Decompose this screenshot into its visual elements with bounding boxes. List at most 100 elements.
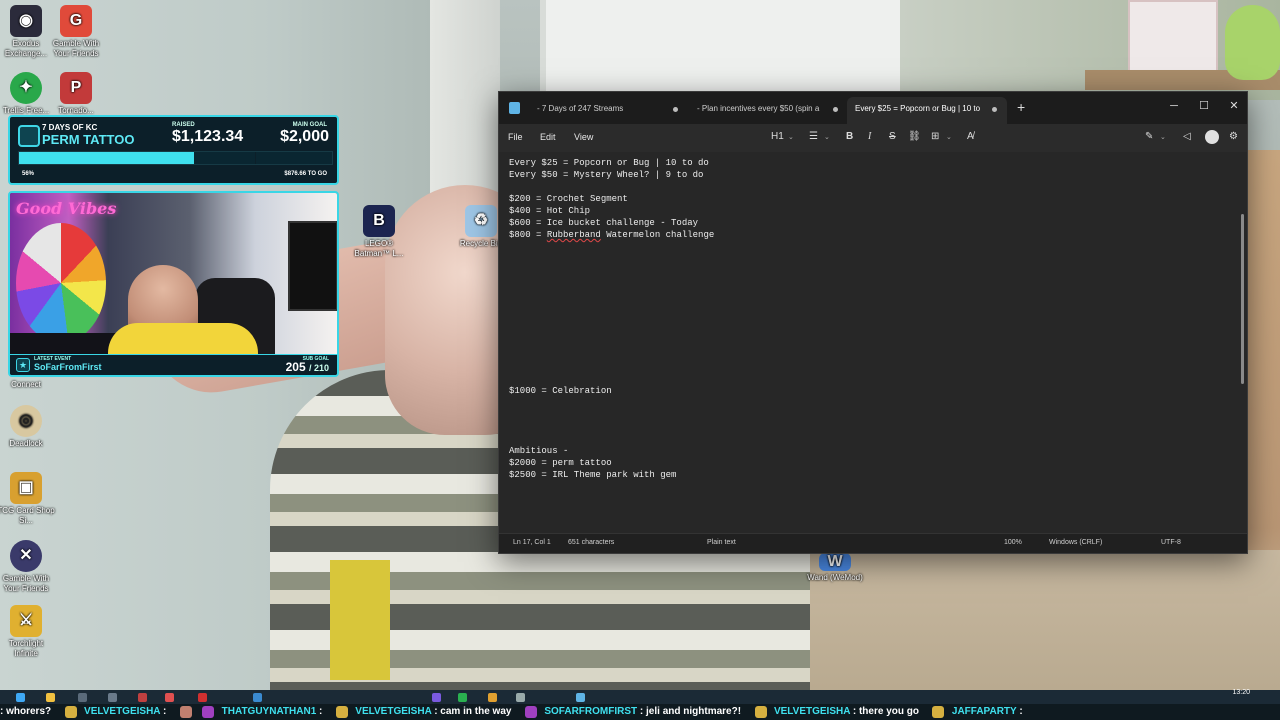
tab-plan-incentives[interactable]: - Plan incentives every $50 (spin a: [689, 97, 829, 124]
link-icon[interactable]: ⛓: [908, 131, 921, 142]
bold-icon[interactable]: B: [846, 131, 853, 142]
taskbar-app-icon[interactable]: [253, 693, 262, 702]
sub-goal-count: 205 / 210: [286, 360, 329, 374]
goal-progress-bar: [18, 151, 333, 165]
gift-icon: [524, 706, 537, 718]
webcam-info-bar: ★ LATEST EVENT SoFarFromFirst SUB GOAL 2…: [10, 354, 337, 375]
tornado-icon: P: [60, 72, 92, 104]
encoding[interactable]: UTF-8: [1161, 539, 1181, 546]
title-bar[interactable]: - 7 Days of 247 Streams - Plan incentive…: [499, 92, 1247, 124]
heading-dropdown[interactable]: H1: [771, 131, 784, 142]
menu-edit[interactable]: Edit: [540, 132, 556, 142]
line-suffix: Watermelon challenge: [600, 230, 715, 240]
desktop-icon-tornado[interactable]: P Tornado...: [47, 72, 105, 116]
sub-goal-current: 205: [285, 360, 306, 374]
taskbar-app-icon[interactable]: [516, 693, 525, 702]
goal-percent: 56%: [22, 171, 35, 177]
desktop-icon-label: Wand (WeMod): [807, 573, 863, 582]
chat-username: VELVETGEISHA: [355, 706, 432, 717]
desktop-icon-label: Connect: [11, 380, 41, 389]
text-format[interactable]: Plain text: [707, 539, 736, 546]
strikethrough-icon[interactable]: S: [889, 131, 896, 142]
webcam-frame: Good Vibes ★ LATEST EVENT SoFarFromFirst…: [8, 191, 339, 377]
desktop-icon-label: Trellis Free...: [2, 106, 50, 115]
discord-icon[interactable]: [432, 693, 441, 702]
batman-icon: B: [363, 205, 395, 237]
table-icon[interactable]: ⊞: [931, 131, 939, 142]
spotify-icon[interactable]: [458, 693, 467, 702]
taskbar: 13:20: [0, 689, 1280, 704]
chat-text: : whorers?: [0, 706, 52, 717]
tab-7-days[interactable]: - 7 Days of 247 Streams: [529, 97, 669, 124]
taskbar-app-icon[interactable]: [138, 693, 147, 702]
italic-icon[interactable]: I: [868, 131, 871, 142]
desktop-icon-gamble-with-friends[interactable]: ✕ Gamble With Your Friends: [0, 540, 55, 594]
maximize-button[interactable]: ☐: [1189, 96, 1219, 116]
taskbar-app-icon[interactable]: [488, 693, 497, 702]
taskbar-app-icon[interactable]: [108, 693, 117, 702]
new-tab-button[interactable]: +: [1017, 99, 1025, 115]
desktop-icon-label: Torchlight Infinite: [8, 639, 44, 658]
chat-text: : there you go: [852, 706, 919, 717]
editor-line: $200 = Crochet Segment: [509, 194, 628, 204]
chat-message: JAFFAPARTY :: [952, 704, 1023, 720]
list-icon[interactable]: ☰: [809, 131, 818, 142]
desktop-icon-wand[interactable]: W Wand (WeMod): [806, 553, 864, 583]
chat-username: VELVETGEISHA: [84, 706, 161, 717]
chat-message: VELVETGEISHA : there you go: [774, 704, 919, 720]
copilot-icon[interactable]: ✎: [1145, 131, 1153, 142]
notepad-taskbar-icon[interactable]: [576, 693, 585, 702]
line-ending[interactable]: Windows (CRLF): [1049, 539, 1102, 546]
editor-line: $1000 = Celebration: [509, 386, 612, 396]
tab-every-25[interactable]: Every $25 = Popcorn or Bug | 10 to: [847, 97, 1007, 124]
raised-value: $1,123.34: [172, 128, 244, 145]
deadlock-icon: ◎: [10, 405, 42, 437]
exodus-icon: ◉: [10, 5, 42, 37]
menu-file[interactable]: File: [508, 132, 523, 142]
notification-icon[interactable]: ◁: [1183, 131, 1191, 142]
trellis-icon: ✦: [10, 72, 42, 104]
editor-line: Every $25 = Popcorn or Bug | 10 to do: [509, 158, 709, 168]
chat-username: VELVETGEISHA: [773, 706, 851, 717]
file-explorer-icon[interactable]: [46, 693, 55, 702]
notepad-app-icon: [509, 102, 520, 114]
status-bar: Ln 17, Col 1 651 characters Plain text 1…: [499, 533, 1247, 553]
taskbar-app-icon[interactable]: [165, 693, 174, 702]
crown-icon: [335, 706, 348, 718]
desktop-icon-label: TCG Card Shop Si...: [0, 506, 55, 525]
menu-view[interactable]: View: [574, 132, 593, 142]
prize-wheel: [16, 223, 106, 343]
desktop-icon-torchlight[interactable]: ⚔ Torchlight Infinite: [0, 605, 55, 659]
progress-divider: [255, 152, 256, 164]
chevron-down-icon: ⌄: [824, 134, 830, 141]
editor-line: Ambitious -: [509, 446, 569, 456]
taskbar-app-icon[interactable]: [198, 693, 207, 702]
vertical-scrollbar[interactable]: [1241, 214, 1244, 384]
editor-line: $600 = Ice bucket challenge - Today: [509, 218, 699, 228]
chat-username: SOFARFROMFIRST: [544, 706, 638, 717]
goal-to-go: $876.66 TO GO: [284, 171, 327, 177]
gamble-with-friends-icon: ✕: [10, 540, 42, 572]
desktop-icon-deadlock[interactable]: ◎ Deadlock: [0, 405, 55, 449]
start-icon[interactable]: [16, 693, 25, 702]
clock[interactable]: 13:20: [1232, 689, 1250, 696]
desktop-icon-gamble-top[interactable]: G Gamble With Your Friends: [47, 5, 105, 59]
settings-gear-icon[interactable]: ⚙: [1229, 131, 1238, 142]
minimize-button[interactable]: ─: [1159, 96, 1189, 116]
desktop-icon-tcg-card-shop[interactable]: ▣ TCG Card Shop Si...: [0, 472, 55, 526]
zoom-level[interactable]: 100%: [1004, 539, 1022, 546]
close-button[interactable]: ✕: [1219, 96, 1249, 116]
desktop-icon-lego-batman[interactable]: B LEGO® Batman™ L...: [350, 205, 408, 259]
chat-text: : jeli and nightmare?!: [639, 706, 742, 717]
emote-icon: [179, 706, 192, 718]
desktop-icon-connect[interactable]: Connect: [0, 380, 55, 390]
goal-progress-fill: [19, 152, 195, 164]
desktop-icon-label: Gamble With Your Friends: [52, 39, 100, 58]
clear-formatting-icon[interactable]: A̸: [967, 131, 974, 142]
chat-text: : cam in the way: [434, 706, 512, 717]
crown-icon: [64, 706, 77, 718]
chevron-down-icon: ⌄: [1160, 134, 1166, 141]
taskbar-app-icon[interactable]: [78, 693, 87, 702]
text-editor[interactable]: Every $25 = Popcorn or Bug | 10 to do Ev…: [499, 152, 1247, 534]
account-avatar-icon[interactable]: [1205, 130, 1219, 144]
